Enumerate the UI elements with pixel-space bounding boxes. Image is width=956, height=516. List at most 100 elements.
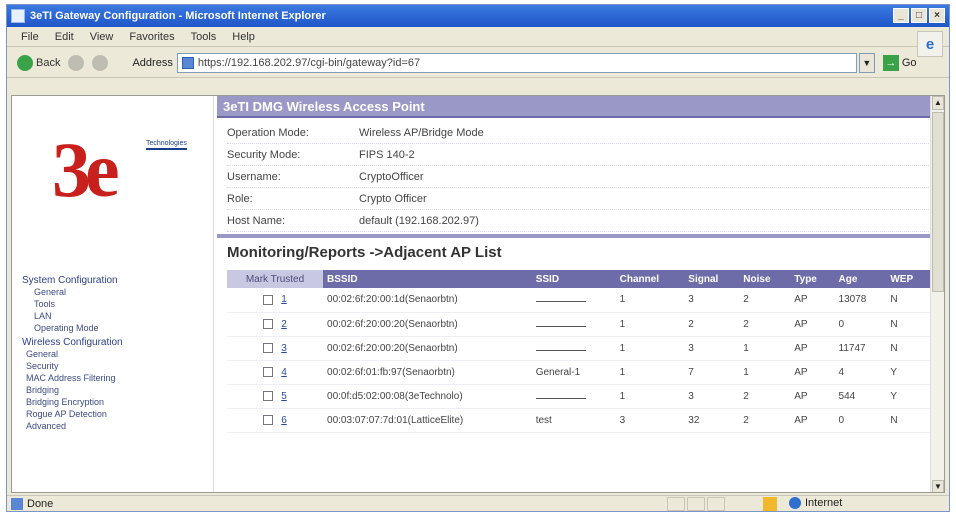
info-value: default (192.168.202.97) xyxy=(359,214,479,227)
trusted-cell: 5 xyxy=(227,384,324,409)
device-info: Operation Mode: Wireless AP/Bridge Mode S… xyxy=(217,118,935,232)
wep-cell: N xyxy=(886,336,931,361)
trusted-cell: 6 xyxy=(227,408,324,433)
scroll-thumb[interactable] xyxy=(932,112,944,292)
bssid-cell: 00:02:6f:20:00:20(Senaorbtn) xyxy=(323,336,532,361)
close-button[interactable]: × xyxy=(929,8,945,23)
content-pane: 3eTI DMG Wireless Access Point Operation… xyxy=(217,96,935,492)
address-input[interactable]: https://192.168.202.97/cgi-bin/gateway?i… xyxy=(176,52,857,73)
noise-cell: 2 xyxy=(739,384,791,409)
status-pane xyxy=(687,497,705,511)
row-number-link[interactable]: 3 xyxy=(281,343,287,354)
menu-bar: File Edit View Favorites Tools Help xyxy=(7,27,949,47)
info-value: CryptoOfficer xyxy=(359,170,424,183)
noise-cell: 1 xyxy=(739,336,791,361)
minimize-button[interactable]: _ xyxy=(893,8,909,23)
nav-item-rogue-ap[interactable]: Rogue AP Detection xyxy=(22,408,212,420)
nav-item-wireless-general[interactable]: General xyxy=(22,348,212,360)
signal-cell: 7 xyxy=(684,360,740,385)
table-row: 5 00:0f:d5:02:00:08(3eTechnolo) 1 3 2 AP… xyxy=(227,384,931,409)
nav-item-operating-mode[interactable]: Operating Mode xyxy=(22,322,212,334)
trusted-checkbox[interactable] xyxy=(263,342,274,353)
company-logo: 3e Technologies xyxy=(52,130,212,220)
trusted-checkbox[interactable] xyxy=(263,390,274,401)
row-number-link[interactable]: 1 xyxy=(281,294,287,305)
forward-button[interactable] xyxy=(68,54,85,71)
table-row: 6 00:03:07:07:7d:01(LatticeElite) test 3… xyxy=(227,408,931,433)
go-button[interactable]: → Go xyxy=(882,54,917,71)
nav-item-bridging-encryption[interactable]: Bridging Encryption xyxy=(22,396,212,408)
address-dropdown-icon[interactable]: ▼ xyxy=(858,52,875,73)
nav-item-mac-filtering[interactable]: MAC Address Filtering xyxy=(22,372,212,384)
info-key: Security Mode: xyxy=(227,148,301,161)
channel-cell: 1 xyxy=(615,312,685,337)
page-viewport: 3e Technologies System Configuration Gen… xyxy=(11,95,945,493)
page-done-icon xyxy=(11,498,23,510)
internet-globe-icon xyxy=(789,497,801,509)
nav-item-advanced[interactable]: Advanced xyxy=(22,420,212,432)
ssid-cell xyxy=(531,288,616,313)
type-cell: AP xyxy=(790,312,835,337)
bssid-cell: 00:02:6f:20:00:20(Senaorbtn) xyxy=(323,312,532,337)
trusted-checkbox[interactable] xyxy=(263,414,274,425)
menu-help[interactable]: Help xyxy=(232,31,255,43)
noise-cell: 2 xyxy=(739,312,791,337)
browser-window: 3eTI Gateway Configuration - Microsoft I… xyxy=(6,4,950,512)
bssid-cell: 00:0f:d5:02:00:08(3eTechnolo) xyxy=(323,384,532,409)
bssid-cell: 00:02:6f:01:fb:97(Senaorbtn) xyxy=(323,360,532,385)
nav-item-lan[interactable]: LAN xyxy=(22,310,212,322)
status-text: Done xyxy=(27,498,54,510)
info-value: Crypto Officer xyxy=(359,192,427,205)
trusted-cell: 2 xyxy=(227,312,324,337)
maximize-button[interactable]: □ xyxy=(911,8,927,23)
age-cell: 13078 xyxy=(834,288,887,313)
row-number-link[interactable]: 6 xyxy=(281,415,287,426)
age-cell: 11747 xyxy=(834,336,887,361)
ssl-lock-icon[interactable] xyxy=(763,497,777,511)
row-number-link[interactable]: 4 xyxy=(281,367,287,378)
scroll-down-icon[interactable]: ▼ xyxy=(932,480,944,492)
noise-cell: 2 xyxy=(739,288,791,313)
info-row: Role: Crypto Officer xyxy=(227,188,935,210)
col-mark-trusted: Mark Trusted xyxy=(227,270,324,288)
channel-cell: 1 xyxy=(615,384,685,409)
trusted-checkbox[interactable] xyxy=(263,366,274,377)
col-ssid: SSID xyxy=(531,270,616,288)
col-channel: Channel xyxy=(615,270,685,288)
nav-item-security[interactable]: Security xyxy=(22,360,212,372)
signal-cell: 3 xyxy=(684,288,740,313)
logo-mark: 3e xyxy=(52,126,120,213)
home-button[interactable] xyxy=(92,54,109,71)
trusted-cell: 3 xyxy=(227,336,324,361)
nav-section-wireless[interactable]: Wireless Configuration xyxy=(22,337,212,348)
type-cell: AP xyxy=(790,360,835,385)
col-age: Age xyxy=(834,270,887,288)
page-header: 3eTI DMG Wireless Access Point xyxy=(217,96,935,118)
vertical-scrollbar[interactable]: ▲ ▼ xyxy=(930,96,944,492)
nav-item-tools[interactable]: Tools xyxy=(22,298,212,310)
nav-item-general[interactable]: General xyxy=(22,286,212,298)
row-number-link[interactable]: 2 xyxy=(281,319,287,330)
nav-item-bridging[interactable]: Bridging xyxy=(22,384,212,396)
ssid-cell xyxy=(531,384,616,409)
trusted-checkbox[interactable] xyxy=(263,294,274,305)
ssid-cell: General-1 xyxy=(531,360,616,385)
row-number-link[interactable]: 5 xyxy=(281,391,287,402)
scroll-up-icon[interactable]: ▲ xyxy=(932,96,944,110)
menu-tools[interactable]: Tools xyxy=(191,31,217,43)
trusted-checkbox[interactable] xyxy=(263,318,274,329)
section-title: Monitoring/Reports ->Adjacent AP List xyxy=(227,244,502,261)
bssid-cell: 00:03:07:07:7d:01(LatticeElite) xyxy=(323,408,532,433)
menu-file[interactable]: File xyxy=(21,31,39,43)
back-button[interactable]: Back xyxy=(17,54,60,71)
zone-label: Internet xyxy=(805,497,843,509)
table-row: 3 00:02:6f:20:00:20(Senaorbtn) 1 3 1 AP … xyxy=(227,336,931,361)
signal-cell: 3 xyxy=(684,384,740,409)
menu-view[interactable]: View xyxy=(90,31,114,43)
menu-favorites[interactable]: Favorites xyxy=(129,31,174,43)
channel-cell: 1 xyxy=(615,288,685,313)
menu-edit[interactable]: Edit xyxy=(55,31,74,43)
noise-cell: 2 xyxy=(739,408,791,433)
nav-section-system[interactable]: System Configuration xyxy=(22,275,212,286)
ssid-cell xyxy=(531,336,616,361)
